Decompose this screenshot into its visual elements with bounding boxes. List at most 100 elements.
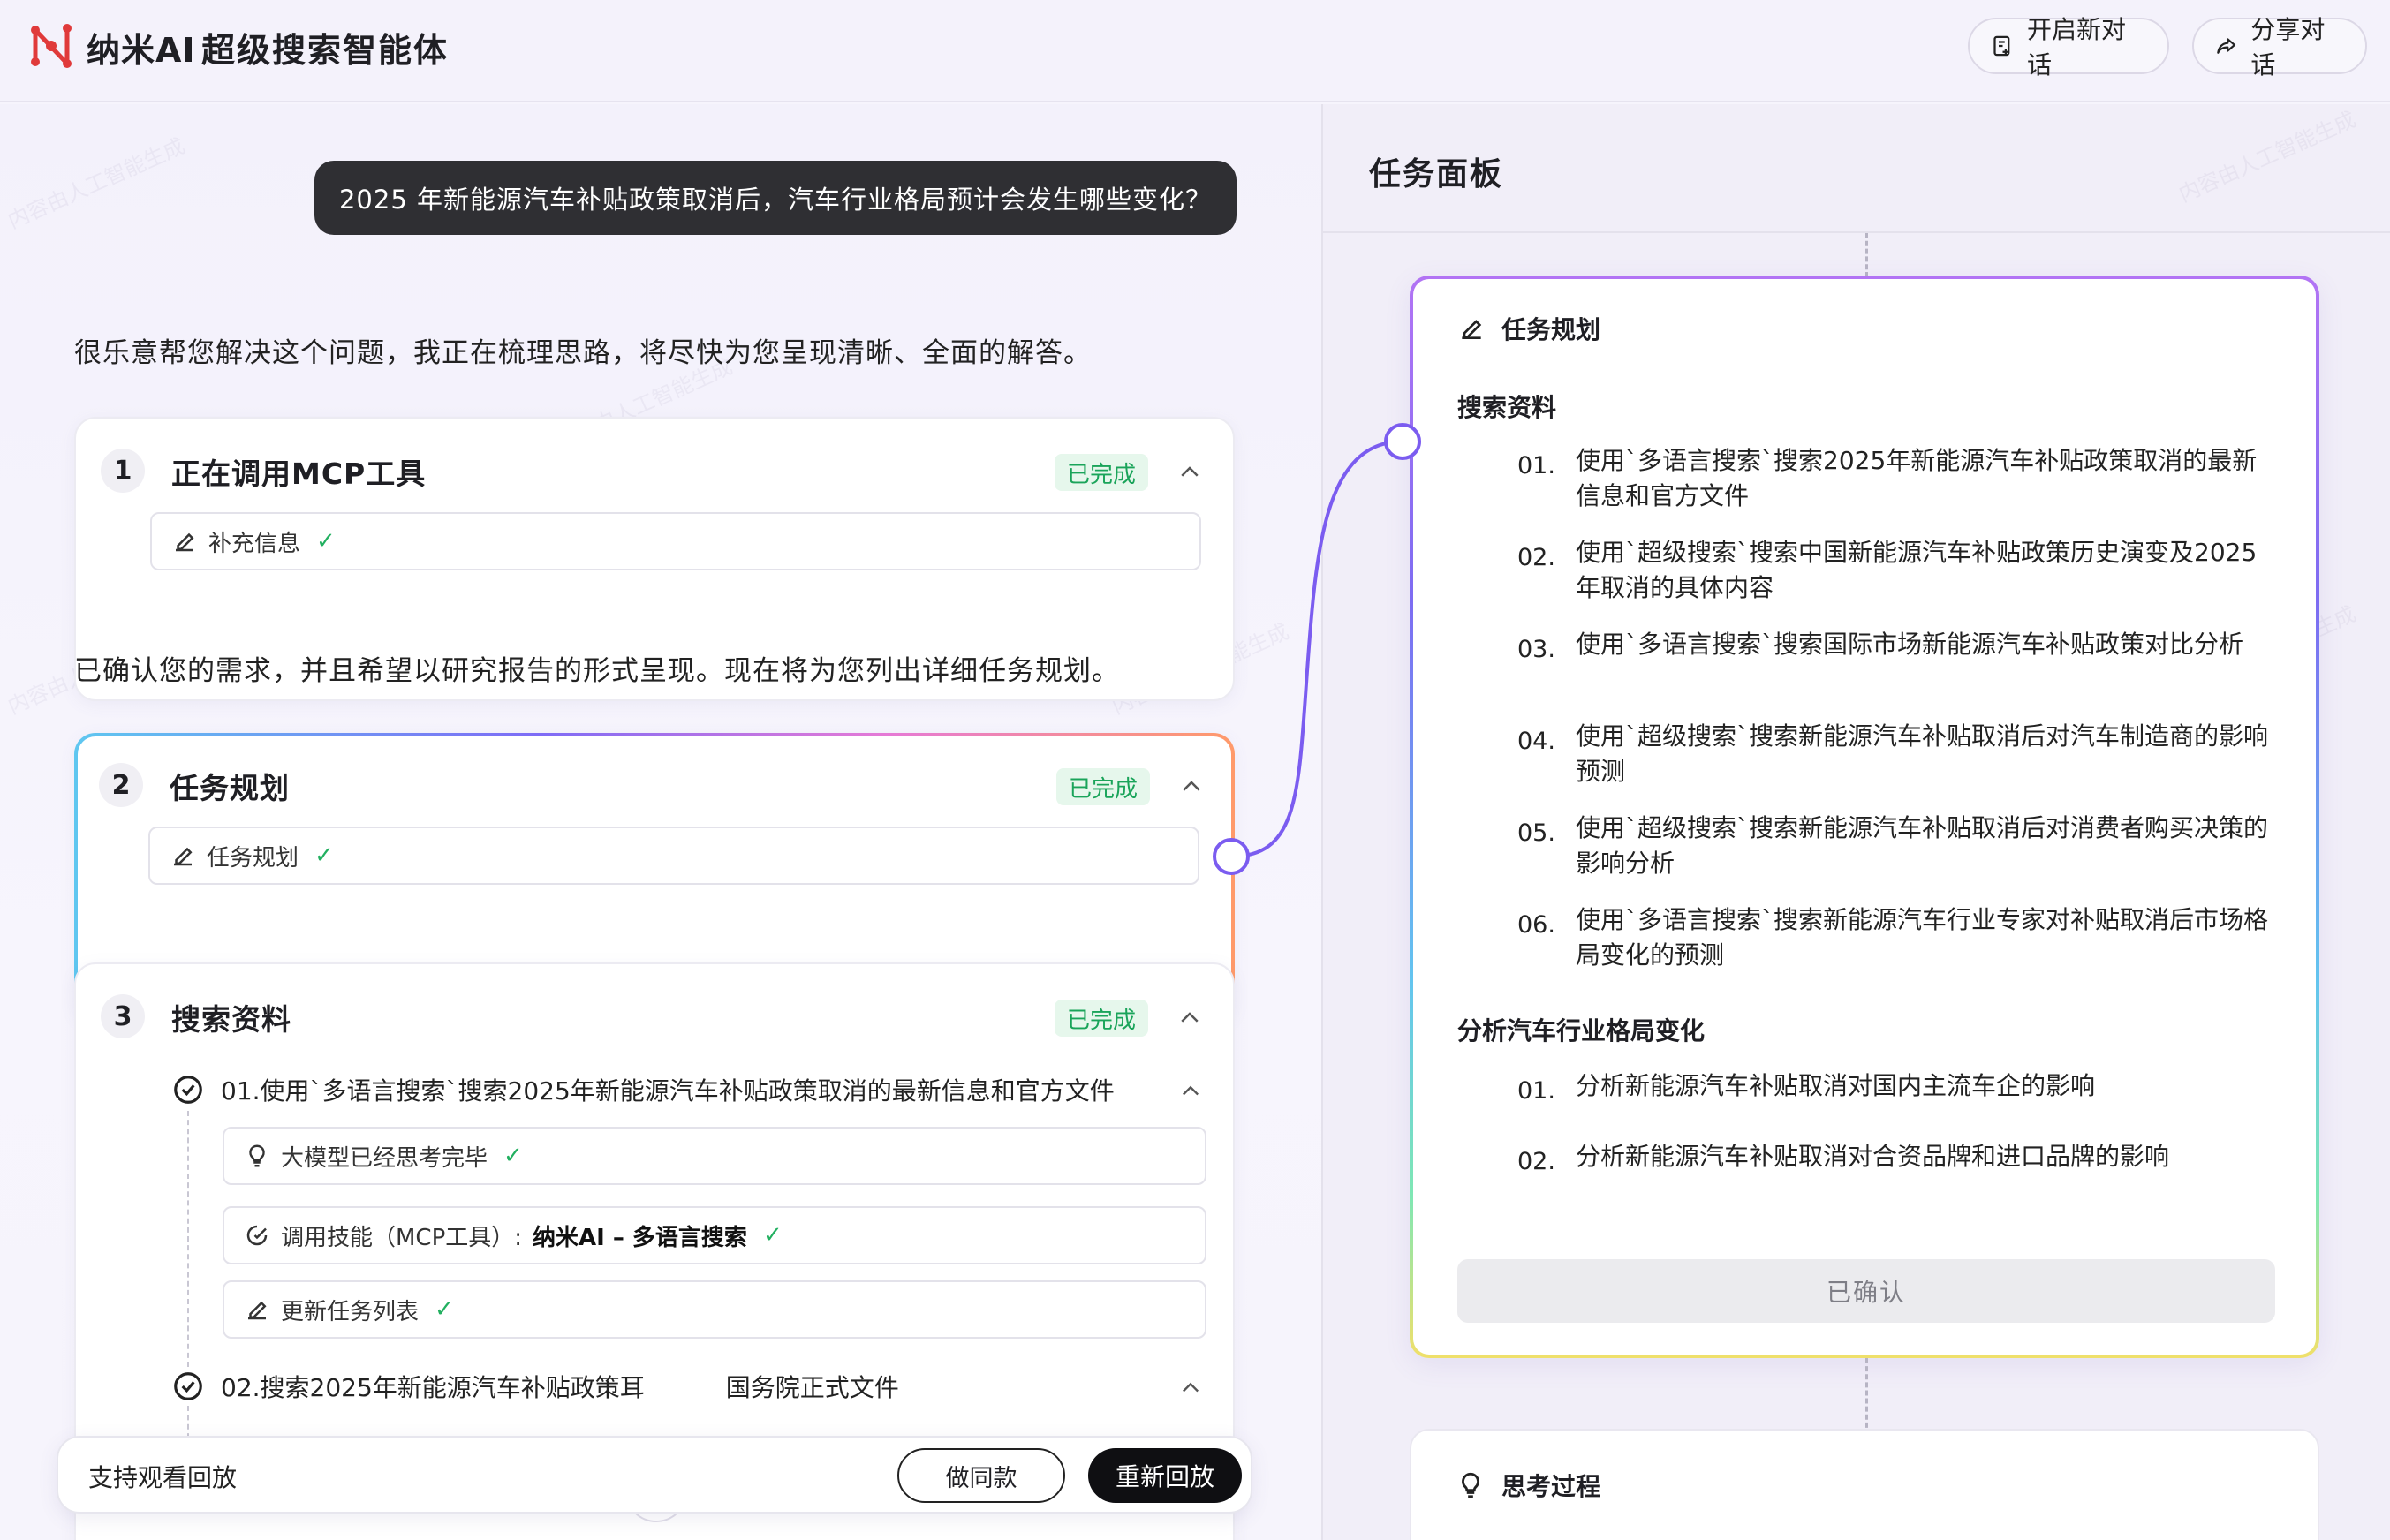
lightbulb-icon bbox=[1462, 1472, 1479, 1498]
replay-text: 支持观看回放 bbox=[88, 1463, 238, 1492]
brand-name: 纳米AI bbox=[87, 31, 196, 70]
plan-card: 任务规划 搜索资料 01. 使用`多语言搜索`搜索2025年新能源汽车补贴政策取… bbox=[1410, 276, 2319, 1358]
search-subtask-2[interactable]: 02.搜索2025年新能源汽车补贴政策耳 国务院正式文件 bbox=[171, 1369, 899, 1404]
section-title: 搜索资料 bbox=[1457, 393, 1557, 422]
chip-label: 补充信息 bbox=[208, 530, 301, 557]
update-chip[interactable]: 更新任务列表 ✓ bbox=[223, 1280, 1206, 1339]
plan-header: 任务规划 bbox=[1457, 311, 1600, 346]
item-number: 02. bbox=[1517, 1148, 1555, 1175]
lightbulb-icon bbox=[249, 1144, 265, 1167]
check-icon: ✓ bbox=[316, 528, 336, 555]
tool-chip[interactable]: 任务规划 ✓ bbox=[148, 827, 1199, 885]
item-text: 使用`超级搜索`搜索新能源汽车补贴取消后对消费者购买决策的影响分析 bbox=[1576, 813, 2269, 878]
assistant-intro: 很乐意帮您解决这个问题，我正在梳理思路，将尽快为您呈现清晰、全面的解答。 bbox=[74, 337, 1092, 369]
new-chat-label: 开启新对话 bbox=[2027, 15, 2127, 79]
tool-chip[interactable]: 补充信息 ✓ bbox=[150, 512, 1201, 570]
chevron-up-icon[interactable] bbox=[1178, 774, 1205, 800]
chip-label: 调用技能（MCP工具）: bbox=[281, 1224, 523, 1251]
subtask-label: 01.使用`多语言搜索`搜索2025年新能源汽车补贴政策取消的最新信息和官方文件 bbox=[221, 1076, 1115, 1106]
share-label: 分享对话 bbox=[2250, 15, 2326, 79]
timeline-line bbox=[187, 1111, 189, 1367]
item-number: 04. bbox=[1517, 728, 1555, 755]
think-chip[interactable]: 大模型已经思考完毕 ✓ bbox=[223, 1127, 1206, 1185]
check-icon: ✓ bbox=[503, 1143, 523, 1169]
item-text: 分析新能源汽车补贴取消对国内主流车企的影响 bbox=[1576, 1071, 2096, 1100]
chip-label: 大模型已经思考完毕 bbox=[281, 1144, 488, 1172]
item-text: 使用`多语言搜索`搜索国际市场新能源汽车补贴政策对比分析 bbox=[1576, 630, 2244, 659]
app-header: 纳米AI 超级搜索智能体 开启新对话 分享对话 bbox=[0, 0, 2390, 102]
item-number: 03. bbox=[1517, 636, 1555, 663]
status-badge: 已完成 bbox=[1054, 1000, 1148, 1037]
item-number: 06. bbox=[1517, 911, 1555, 939]
timeline-dash bbox=[1865, 1358, 1868, 1436]
skill-name: 纳米AI – 多语言搜索 bbox=[533, 1224, 747, 1251]
plan-title: 任务规划 bbox=[1501, 315, 1601, 344]
skill-chip[interactable]: 调用技能（MCP工具）: 纳米AI – 多语言搜索 ✓ bbox=[223, 1206, 1206, 1264]
chevron-up-icon[interactable] bbox=[1178, 1079, 1203, 1104]
pen-icon bbox=[248, 1301, 267, 1320]
item-number: 05. bbox=[1517, 819, 1555, 847]
chevron-up-icon[interactable] bbox=[1176, 1005, 1203, 1031]
assistant-confirm: 已确认您的需求，并且希望以研究报告的形式呈现。现在将为您列出详细任务规划。 bbox=[74, 655, 1120, 687]
check-circle-icon bbox=[174, 1076, 202, 1104]
plan-item: 01. 使用`多语言搜索`搜索2025年新能源汽车补贴政策取消的最新信息和官方文… bbox=[1517, 443, 2277, 514]
subtask-label-right: 国务院正式文件 bbox=[725, 1373, 899, 1402]
check-icon: ✓ bbox=[314, 842, 334, 869]
step-number: 1 bbox=[101, 449, 145, 493]
check-icon: ✓ bbox=[762, 1222, 783, 1249]
thinking-card[interactable]: 思考过程 bbox=[1410, 1429, 2319, 1540]
replay-button[interactable]: 重新回放 bbox=[1088, 1448, 1242, 1503]
skill-icon bbox=[246, 1225, 268, 1246]
step-number: 2 bbox=[99, 763, 143, 807]
search-subtask-1[interactable]: 01.使用`多语言搜索`搜索2025年新能源汽车补贴政策取消的最新信息和官方文件 bbox=[171, 1072, 1115, 1107]
plan-item: 03. 使用`多语言搜索`搜索国际市场新能源汽车补贴政策对比分析 bbox=[1517, 627, 2277, 668]
chip-label: 任务规划 bbox=[207, 844, 299, 872]
chevron-up-icon[interactable] bbox=[1176, 459, 1203, 486]
confirmed-button[interactable]: 已确认 bbox=[1457, 1259, 2275, 1323]
check-icon: ✓ bbox=[435, 1296, 454, 1323]
thinking-title: 思考过程 bbox=[1501, 1472, 1601, 1501]
pen-icon bbox=[1462, 320, 1482, 339]
subtask-label-left: 02.搜索2025年新能源汽车补贴政策耳 bbox=[221, 1373, 645, 1402]
chat-area[interactable]: 内容由人工智能生成 内容由人工智能生成 内容由人工智能生成 内容由人工智能生成 … bbox=[0, 104, 1321, 1540]
check-circle-icon bbox=[174, 1372, 202, 1400]
item-text: 分析新能源汽车补贴取消对合资品牌和进口品牌的影响 bbox=[1576, 1142, 2170, 1171]
timeline-dash bbox=[1865, 233, 1868, 277]
new-chat-button[interactable]: 开启新对话 bbox=[1968, 15, 2169, 79]
step-number: 3 bbox=[101, 994, 145, 1038]
same-style-button[interactable]: 做同款 bbox=[897, 1448, 1065, 1503]
item-number: 01. bbox=[1517, 452, 1555, 479]
plan-item: 05. 使用`超级搜索`搜索新能源汽车补贴取消后对消费者购买决策的影响分析 bbox=[1517, 811, 2277, 881]
share-button[interactable]: 分享对话 bbox=[2192, 15, 2367, 79]
task-panel: 内容由人工智能生成 内容由人工智能生成 任务面板 任务规划 搜索资料 01. 使… bbox=[1321, 104, 2390, 1540]
step-title: 搜索资料 bbox=[171, 1002, 291, 1037]
plan-item: 06. 使用`多语言搜索`搜索新能源汽车行业专家对补贴取消后市场格局变化的预测 bbox=[1517, 902, 2277, 973]
item-text: 使用`多语言搜索`搜索2025年新能源汽车补贴政策取消的最新信息和官方文件 bbox=[1576, 446, 2258, 510]
status-badge: 已完成 bbox=[1055, 768, 1150, 805]
panel-title: 任务面板 bbox=[1369, 156, 1504, 192]
section-title: 分析汽车行业格局变化 bbox=[1457, 1016, 1706, 1046]
new-chat-icon bbox=[1993, 35, 2010, 57]
chip-label: 更新任务列表 bbox=[281, 1298, 420, 1325]
status-badge: 已完成 bbox=[1054, 454, 1148, 491]
plan-item: 02. 分析新能源汽车补贴取消对合资品牌和进口品牌的影响 bbox=[1517, 1139, 2277, 1180]
step-title: 正在调用MCP工具 bbox=[171, 457, 427, 491]
watermark: 内容由人工智能生成 bbox=[2174, 107, 2360, 208]
pen-icon bbox=[176, 532, 194, 552]
user-question: 2025 年新能源汽车补贴政策取消后，汽车行业格局预计会发生哪些变化？ bbox=[314, 161, 1237, 235]
item-number: 02. bbox=[1517, 544, 1555, 571]
nami-logo-icon bbox=[31, 24, 72, 68]
item-text: 使用`多语言搜索`搜索新能源汽车行业专家对补贴取消后市场格局变化的预测 bbox=[1576, 905, 2269, 970]
step-title: 任务规划 bbox=[170, 771, 290, 805]
plan-item: 01. 分析新能源汽车补贴取消对国内主流车企的影响 bbox=[1517, 1068, 2277, 1109]
panel-divider bbox=[1323, 231, 2390, 233]
thinking-header: 思考过程 bbox=[1456, 1468, 1600, 1503]
replay-bar: 支持观看回放 做同款 重新回放 bbox=[57, 1436, 1252, 1514]
share-icon bbox=[2217, 38, 2236, 54]
chevron-up-icon[interactable] bbox=[1178, 1376, 1203, 1400]
watermark: 内容由人工智能生成 bbox=[4, 133, 189, 234]
product-name: 超级搜索智能体 bbox=[201, 31, 450, 70]
plan-item: 02. 使用`超级搜索`搜索中国新能源汽车补贴政策历史演变及2025年取消的具体… bbox=[1517, 535, 2277, 606]
item-text: 使用`超级搜索`搜索新能源汽车补贴取消后对汽车制造商的影响预测 bbox=[1576, 721, 2269, 786]
pen-icon bbox=[174, 847, 193, 866]
